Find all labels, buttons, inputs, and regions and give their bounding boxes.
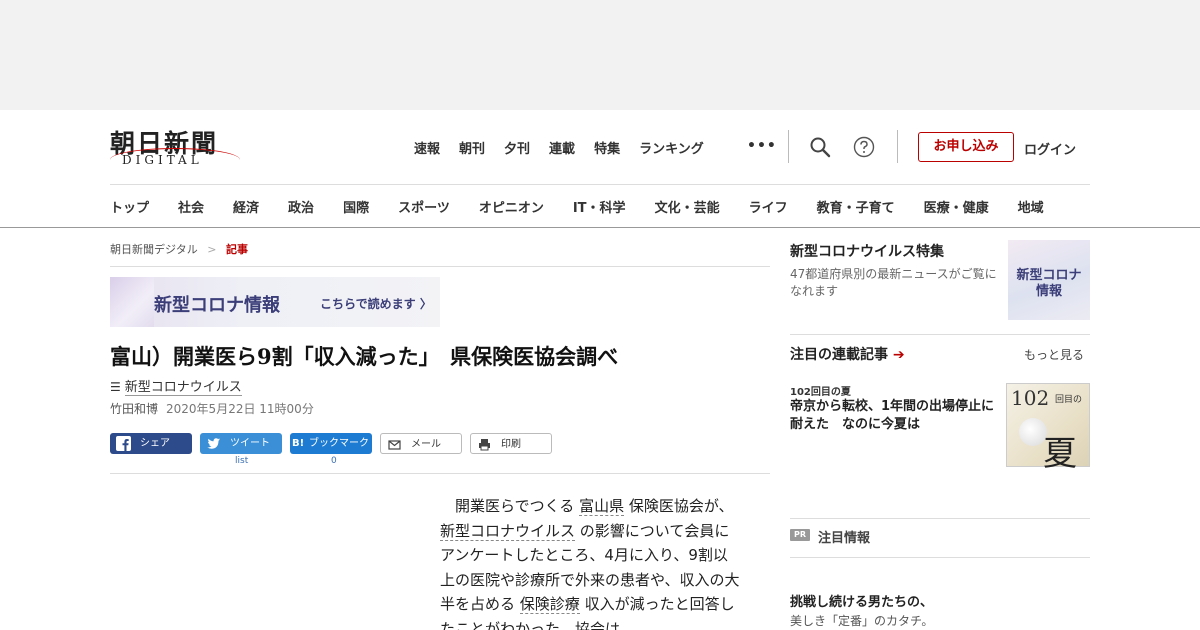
series-article-title[interactable]: 帝京から転校、1年間の出場停止に耐えた なのに今夏は: [790, 398, 1000, 434]
category-health[interactable]: 医療・健康: [924, 197, 989, 216]
banner-cta: こちらで読めます 〉: [320, 297, 432, 311]
sidebar-divider: [790, 518, 1090, 519]
corona-feature-description: 47都道府県別の最新ニュースがご覧になれます: [790, 267, 997, 298]
category-life[interactable]: ライフ: [749, 197, 788, 216]
hatena-icon: B!: [292, 438, 305, 449]
nav-choukan[interactable]: 朝刊: [459, 138, 485, 157]
arrow-right-icon: ➔: [892, 347, 905, 363]
mail-icon: [388, 440, 401, 450]
facebook-icon: [116, 436, 131, 451]
corona-feature-title[interactable]: 新型コロナウイルス特集: [790, 241, 944, 261]
login-link[interactable]: ログイン: [1024, 139, 1076, 158]
author-name: 竹田和博: [110, 402, 159, 416]
site-header: 朝日新聞 DIGITAL 速報 朝刊 夕刊 連載 特集 ランキング ••• お申…: [0, 110, 1200, 228]
top-nav: 速報 朝刊 夕刊 連載 特集 ランキング: [414, 138, 704, 157]
pr-article-subtitle: 美しき「定番」のカタチ。: [790, 614, 934, 628]
breadcrumb-home[interactable]: 朝日新聞デジタル: [110, 243, 198, 256]
hatena-count[interactable]: 0: [331, 456, 337, 466]
twitter-share-button[interactable]: ツイート: [200, 433, 282, 454]
search-icon[interactable]: [809, 136, 831, 158]
breadcrumb-current: 記事: [226, 243, 248, 256]
breadcrumb: 朝日新聞デジタル > 記事: [110, 241, 248, 257]
divider: [110, 266, 770, 267]
pr-badge: PR: [790, 529, 810, 541]
logo-english: DIGITAL: [122, 153, 203, 167]
nav-tokushu[interactable]: 特集: [594, 138, 620, 157]
list-icon: ☰: [110, 380, 121, 394]
pr-label: 注目情報: [818, 531, 871, 546]
category-local[interactable]: 地域: [1018, 197, 1044, 216]
nav-ranking[interactable]: ランキング: [639, 138, 704, 157]
keyword-link-covid[interactable]: 新型コロナウイルス: [440, 521, 576, 541]
byline: 竹田和博 2020年5月22日 11時00分: [110, 400, 314, 417]
thumbnail-caption: 新型コロナ 情報: [1016, 268, 1082, 299]
category-international[interactable]: 国際: [343, 197, 369, 216]
twitter-list-link[interactable]: list: [235, 456, 248, 466]
chevron-right-icon: 〉: [419, 297, 432, 311]
article-body: 開業医らでつくる 富山県 保険医協会が、 新型コロナウイルス の影響について会員…: [440, 497, 740, 630]
sidebar-divider: [790, 334, 1090, 335]
breadcrumb-separator: >: [207, 243, 217, 256]
print-icon: [479, 439, 490, 451]
category-nav: トップ 社会 経済 政治 国際 スポーツ オピニオン IT・科学 文化・芸能 ラ…: [110, 197, 1044, 216]
ad-banner-area: [0, 0, 1200, 110]
subscribe-button[interactable]: お申し込み: [918, 132, 1014, 162]
hatena-bookmark-button[interactable]: B! ブックマーク: [290, 433, 372, 454]
article-topic: ☰ 新型コロナウイルス: [110, 376, 242, 396]
nav-yukan[interactable]: 夕刊: [504, 138, 530, 157]
corona-feature-thumbnail[interactable]: 新型コロナ 情報: [1008, 240, 1090, 320]
banner-decoration: [110, 277, 154, 327]
nav-sokuho[interactable]: 速報: [414, 138, 440, 157]
article-headline: 富山）開業医ら9割「収入減った」 県保険医協会調べ: [110, 344, 619, 369]
series-thumbnail[interactable]: 102 回目の 夏: [1006, 383, 1090, 474]
print-button[interactable]: 印刷: [470, 433, 552, 454]
site-logo[interactable]: 朝日新聞 DIGITAL: [110, 124, 242, 170]
pr-article-title[interactable]: 挑戦し続ける男たちの、: [790, 591, 933, 610]
category-economy[interactable]: 経済: [233, 197, 259, 216]
sidebar-divider: [790, 557, 1090, 558]
topic-link[interactable]: 新型コロナウイルス: [124, 380, 242, 396]
keyword-link-insurance[interactable]: 保険診療: [519, 595, 580, 614]
header-separator: [110, 184, 1090, 185]
mail-share-button[interactable]: メール: [380, 433, 462, 454]
category-opinion[interactable]: オピニオン: [479, 197, 544, 216]
category-top[interactable]: トップ: [110, 197, 149, 216]
keyword-link-toyama[interactable]: 富山県: [579, 497, 625, 516]
nav-rensai[interactable]: 連載: [549, 138, 575, 157]
series-tag: 102回目の夏: [790, 387, 851, 398]
category-politics[interactable]: 政治: [288, 197, 314, 216]
help-icon[interactable]: [853, 136, 875, 158]
publish-date: 2020年5月22日 11時00分: [166, 402, 314, 416]
more-menu-icon[interactable]: •••: [747, 138, 777, 154]
twitter-icon: [207, 438, 220, 449]
series-heading: 注目の連載記事 ➔: [790, 347, 905, 363]
divider: [110, 473, 770, 474]
facebook-share-button[interactable]: シェア: [110, 433, 192, 454]
category-sports[interactable]: スポーツ: [398, 197, 450, 216]
more-link[interactable]: もっと見る: [1024, 346, 1084, 363]
category-culture[interactable]: 文化・芸能: [655, 197, 720, 216]
header-divider: [897, 130, 898, 163]
category-society[interactable]: 社会: [178, 197, 204, 216]
banner-title: 新型コロナ情報: [154, 295, 280, 316]
category-education[interactable]: 教育・子育て: [817, 197, 895, 216]
corona-info-banner[interactable]: 新型コロナ情報 こちらで読めます 〉: [110, 277, 440, 327]
category-it-science[interactable]: IT・科学: [573, 197, 626, 216]
header-divider: [788, 130, 789, 163]
